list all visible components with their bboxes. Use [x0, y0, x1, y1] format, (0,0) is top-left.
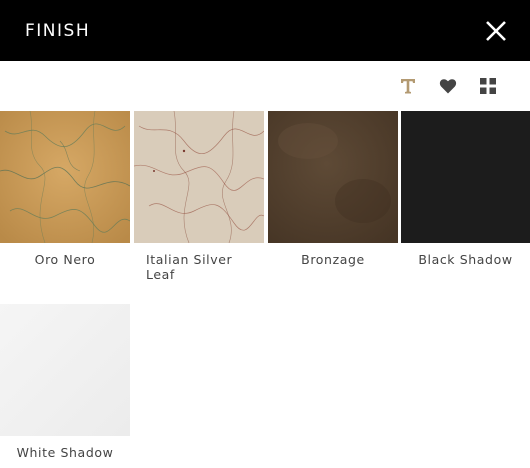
finish-label: Italian Silver Leaf — [146, 252, 233, 282]
text-view-button[interactable] — [398, 76, 418, 96]
finish-option-italian-silver-leaf[interactable]: Italian Silver Leaf — [134, 111, 264, 282]
favorites-button[interactable] — [438, 76, 458, 96]
finish-label: Oro Nero — [34, 252, 96, 267]
finish-label: Bronzage — [301, 252, 365, 267]
close-button[interactable] — [484, 19, 508, 43]
finish-label: Black Shadow — [418, 252, 513, 267]
finish-option-bronzage[interactable]: Bronzage — [268, 111, 398, 267]
text-icon — [401, 79, 415, 94]
modal-header: FINISH — [0, 0, 530, 61]
finish-label: White Shadow — [16, 445, 114, 460]
finish-option-black-shadow[interactable]: Black Shadow — [401, 111, 530, 267]
finish-option-white-shadow[interactable]: White Shadow — [0, 304, 130, 460]
swatch-oro-nero — [0, 111, 130, 243]
grid-view-button[interactable] — [478, 76, 498, 96]
swatch-black-shadow — [401, 111, 530, 243]
swatch-white-shadow — [0, 304, 130, 436]
swatch-bronzage — [268, 111, 398, 243]
grid-icon — [480, 78, 496, 94]
finish-option-oro-nero[interactable]: Oro Nero — [0, 111, 130, 267]
modal-title: FINISH — [25, 20, 91, 41]
view-toolbar — [398, 70, 498, 102]
close-icon — [486, 20, 506, 41]
swatch-italian-silver-leaf — [134, 111, 264, 243]
heart-icon — [439, 79, 457, 94]
